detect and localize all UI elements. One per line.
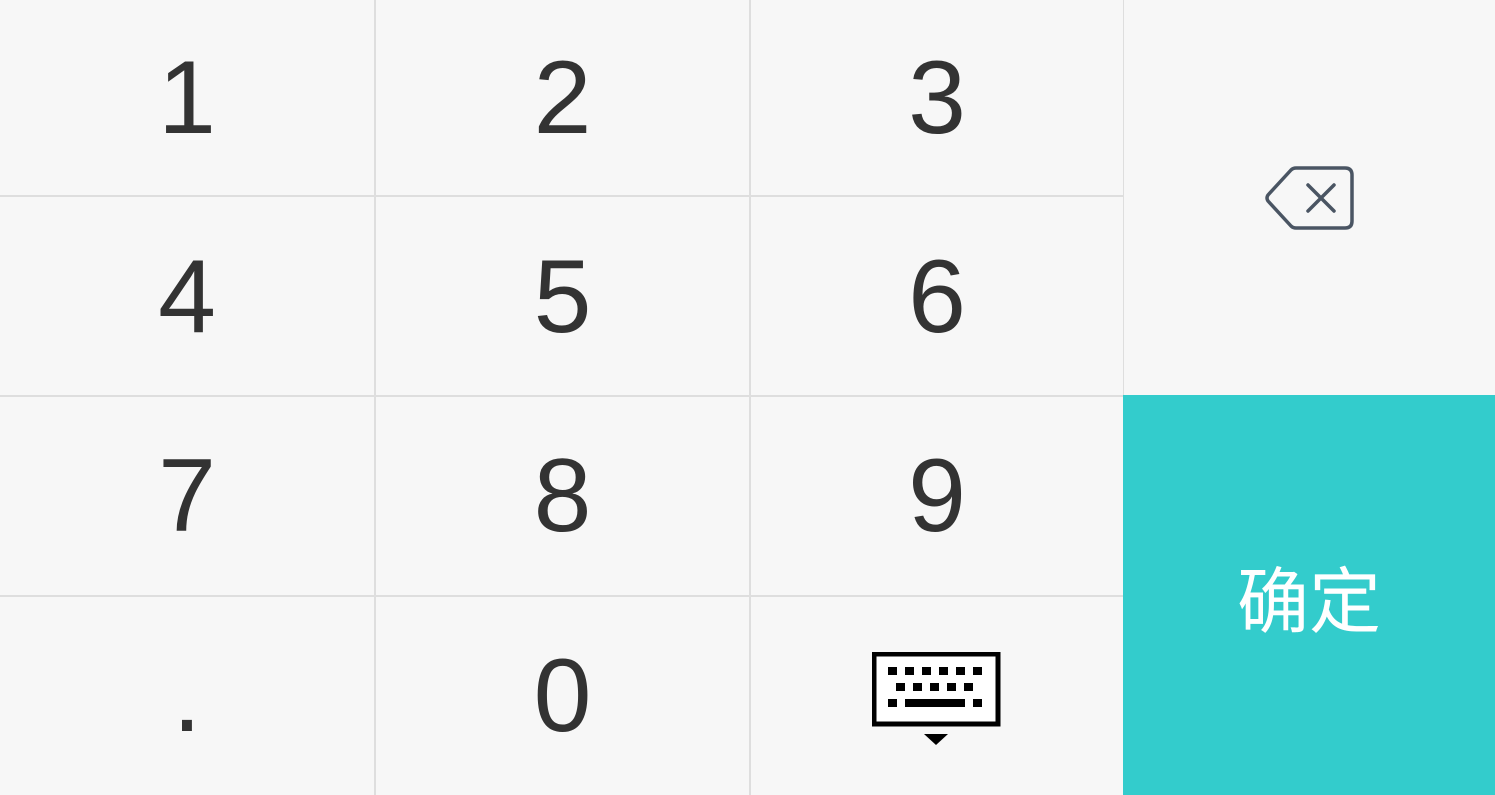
key-2[interactable]: 2 — [376, 0, 749, 196]
key-2-label: 2 — [533, 40, 592, 156]
confirm-button[interactable]: 确定 — [1123, 395, 1495, 795]
key-4-label: 4 — [158, 238, 216, 355]
key-9-label: 9 — [908, 438, 966, 554]
divider — [749, 0, 751, 795]
key-9[interactable]: 9 — [751, 397, 1123, 595]
divider — [0, 595, 1123, 597]
key-3[interactable]: 3 — [751, 0, 1123, 196]
key-5-label: 5 — [533, 238, 592, 355]
key-0[interactable]: 0 — [376, 597, 749, 795]
key-1-label: 1 — [158, 40, 216, 156]
confirm-button-label: 确定 — [1236, 559, 1381, 644]
key-1[interactable]: 1 — [0, 0, 374, 196]
key-5[interactable]: 5 — [376, 198, 749, 395]
key-7-label: 7 — [158, 438, 216, 554]
key-0-label: 0 — [533, 638, 592, 754]
key-6[interactable]: 6 — [751, 198, 1123, 395]
key-4[interactable]: 4 — [0, 198, 374, 395]
key-8-label: 8 — [533, 438, 592, 554]
key-6-label: 6 — [908, 238, 966, 355]
divider — [0, 195, 1123, 197]
key-8[interactable]: 8 — [376, 397, 749, 595]
key-dot[interactable]: . — [0, 597, 374, 795]
numeric-keypad: 1 2 3 4 5 6 7 8 9 . 0 确定 — [0, 0, 1495, 795]
backspace-icon — [1264, 165, 1356, 231]
divider — [374, 0, 376, 795]
hide-keyboard-button[interactable] — [751, 597, 1123, 795]
keyboard-hide-icon — [871, 651, 1002, 748]
key-dot-label: . — [172, 638, 202, 754]
delete-button[interactable] — [1124, 0, 1495, 395]
key-3-label: 3 — [908, 40, 966, 156]
key-7[interactable]: 7 — [0, 397, 374, 595]
